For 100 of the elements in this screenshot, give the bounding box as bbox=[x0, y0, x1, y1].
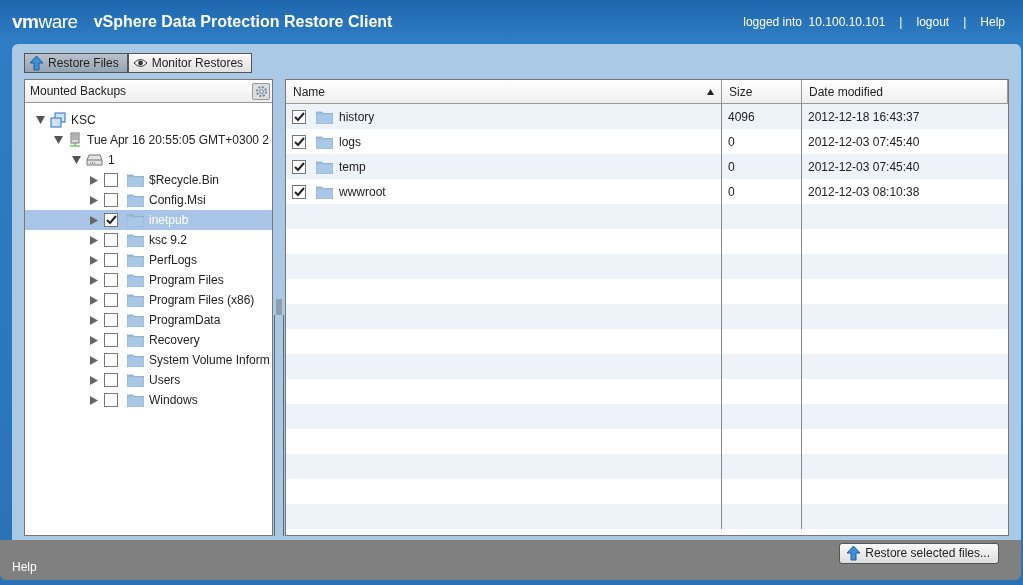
tree-label: Windows bbox=[149, 393, 198, 407]
tree-label: Tue Apr 16 20:55:05 GMT+0300 2 bbox=[87, 133, 269, 147]
checkbox[interactable] bbox=[104, 233, 118, 247]
server-icon bbox=[68, 132, 82, 148]
tree-label: $Recycle.Bin bbox=[149, 173, 220, 187]
folder-icon bbox=[127, 193, 144, 207]
expanded-arrow-icon[interactable] bbox=[71, 156, 81, 164]
expanded-arrow-icon[interactable] bbox=[35, 116, 45, 124]
checkbox[interactable] bbox=[104, 293, 118, 307]
checkbox[interactable] bbox=[104, 313, 118, 327]
upload-arrow-icon bbox=[29, 55, 44, 71]
tree-row[interactable]: Config.Msi bbox=[25, 190, 272, 210]
collapsed-arrow-icon[interactable] bbox=[90, 355, 98, 365]
table-cell: 2012-12-03 07:45:40 bbox=[808, 134, 920, 149]
tree-label: KSC bbox=[71, 113, 96, 127]
collapsed-arrow-icon[interactable] bbox=[90, 295, 98, 305]
tree-row[interactable]: Users bbox=[25, 370, 272, 390]
header-link[interactable]: Help bbox=[980, 15, 1005, 29]
tree-row[interactable]: ksc 9.2 bbox=[25, 230, 272, 250]
tree-label: inetpub bbox=[149, 213, 189, 227]
tab[interactable]: Restore Files bbox=[24, 53, 128, 73]
file-row[interactable]: history 4096 2012-12-18 16:43:37 bbox=[286, 104, 1008, 129]
checkbox[interactable] bbox=[292, 134, 306, 149]
collapsed-arrow-icon[interactable] bbox=[90, 195, 98, 205]
checkbox[interactable] bbox=[104, 273, 118, 287]
table-cell: 4096 bbox=[728, 109, 755, 124]
login-info: logged into 10.100.10.101 bbox=[743, 15, 886, 29]
table-cell: 0 bbox=[728, 159, 735, 174]
folder-icon bbox=[127, 393, 144, 407]
splitter-grip-icon[interactable] bbox=[275, 299, 283, 315]
checkbox[interactable] bbox=[104, 353, 118, 367]
table-cell: 2012-12-18 16:43:37 bbox=[808, 109, 920, 124]
collapsed-arrow-icon[interactable] bbox=[90, 275, 98, 285]
table-cell: 0 bbox=[728, 184, 735, 199]
folder-icon bbox=[127, 353, 144, 367]
help-link[interactable]: Help bbox=[12, 560, 37, 574]
eye-icon bbox=[132, 58, 148, 68]
settings-button[interactable] bbox=[252, 82, 270, 100]
tree-label: Program Files bbox=[149, 273, 224, 287]
folder-icon bbox=[316, 184, 333, 199]
file-name: wwwroot bbox=[339, 184, 386, 199]
column-header[interactable]: Size bbox=[722, 80, 802, 104]
app-title: vSphere Data Protection Restore Client bbox=[93, 13, 394, 31]
collapsed-arrow-icon[interactable] bbox=[90, 375, 98, 385]
tree-row[interactable]: System Volume Inform bbox=[25, 350, 272, 370]
folder-icon bbox=[316, 159, 333, 174]
tree-row[interactable]: ProgramData bbox=[25, 310, 272, 330]
checkbox[interactable] bbox=[292, 184, 306, 199]
tree-row[interactable]: PerfLogs bbox=[25, 250, 272, 270]
checkbox[interactable] bbox=[292, 109, 306, 124]
tree-row[interactable]: 1 bbox=[25, 150, 272, 170]
checkbox[interactable] bbox=[104, 253, 118, 267]
tree-label: PerfLogs bbox=[149, 253, 198, 267]
collapsed-arrow-icon[interactable] bbox=[90, 215, 98, 225]
restore-button[interactable]: Restore selected files... bbox=[839, 542, 999, 564]
tree-row[interactable]: Program Files bbox=[25, 270, 272, 290]
table-cell: 0 bbox=[728, 134, 735, 149]
collapsed-arrow-icon[interactable] bbox=[90, 315, 98, 325]
collapsed-arrow-icon[interactable] bbox=[90, 235, 98, 245]
file-name: temp bbox=[339, 159, 366, 174]
checkbox[interactable] bbox=[104, 373, 118, 387]
file-row[interactable]: temp 0 2012-12-03 07:45:40 bbox=[286, 154, 1008, 179]
file-name: logs bbox=[339, 134, 361, 149]
collapsed-arrow-icon[interactable] bbox=[90, 255, 98, 265]
separator: | bbox=[899, 15, 903, 29]
tree-row[interactable]: Program Files (x86) bbox=[25, 290, 272, 310]
folder-icon bbox=[127, 213, 144, 227]
checkbox[interactable] bbox=[104, 193, 118, 207]
collapsed-arrow-icon[interactable] bbox=[90, 395, 98, 405]
upload-arrow-icon bbox=[846, 545, 862, 561]
table-cell: 2012-12-03 08:10:38 bbox=[808, 184, 920, 199]
checkbox[interactable] bbox=[104, 393, 118, 407]
collapsed-arrow-icon[interactable] bbox=[90, 335, 98, 345]
checkbox[interactable] bbox=[292, 159, 306, 174]
checkbox[interactable] bbox=[104, 173, 118, 187]
separator: | bbox=[963, 15, 967, 29]
table-cell: 2012-12-03 07:45:40 bbox=[808, 159, 920, 174]
header-link[interactable]: logout bbox=[916, 15, 950, 29]
panel-title: Mounted Backups bbox=[30, 84, 127, 98]
tree-row[interactable]: $Recycle.Bin bbox=[25, 170, 272, 190]
folder-icon bbox=[127, 253, 144, 267]
tree-row[interactable]: Windows bbox=[25, 390, 272, 410]
collapsed-arrow-icon[interactable] bbox=[90, 175, 98, 185]
tree-label: 1 bbox=[108, 153, 115, 167]
expanded-arrow-icon[interactable] bbox=[53, 136, 63, 144]
checkbox[interactable] bbox=[104, 213, 118, 227]
folder-icon bbox=[316, 109, 333, 124]
tree-row[interactable]: Tue Apr 16 20:55:05 GMT+0300 2 bbox=[25, 130, 272, 150]
column-header[interactable]: Name bbox=[286, 80, 722, 104]
folder-icon bbox=[127, 233, 144, 247]
folder-icon bbox=[127, 373, 144, 387]
column-header[interactable]: Date modified bbox=[802, 80, 1008, 104]
tree-row[interactable]: Recovery bbox=[25, 330, 272, 350]
settings-icon bbox=[254, 84, 268, 98]
file-name: history bbox=[339, 109, 375, 124]
tree-row[interactable]: KSC bbox=[25, 110, 272, 130]
checkbox[interactable] bbox=[104, 333, 118, 347]
tree-label: Config.Msi bbox=[149, 193, 206, 207]
tab[interactable]: Monitor Restores bbox=[127, 53, 253, 73]
folder-icon bbox=[127, 333, 144, 347]
